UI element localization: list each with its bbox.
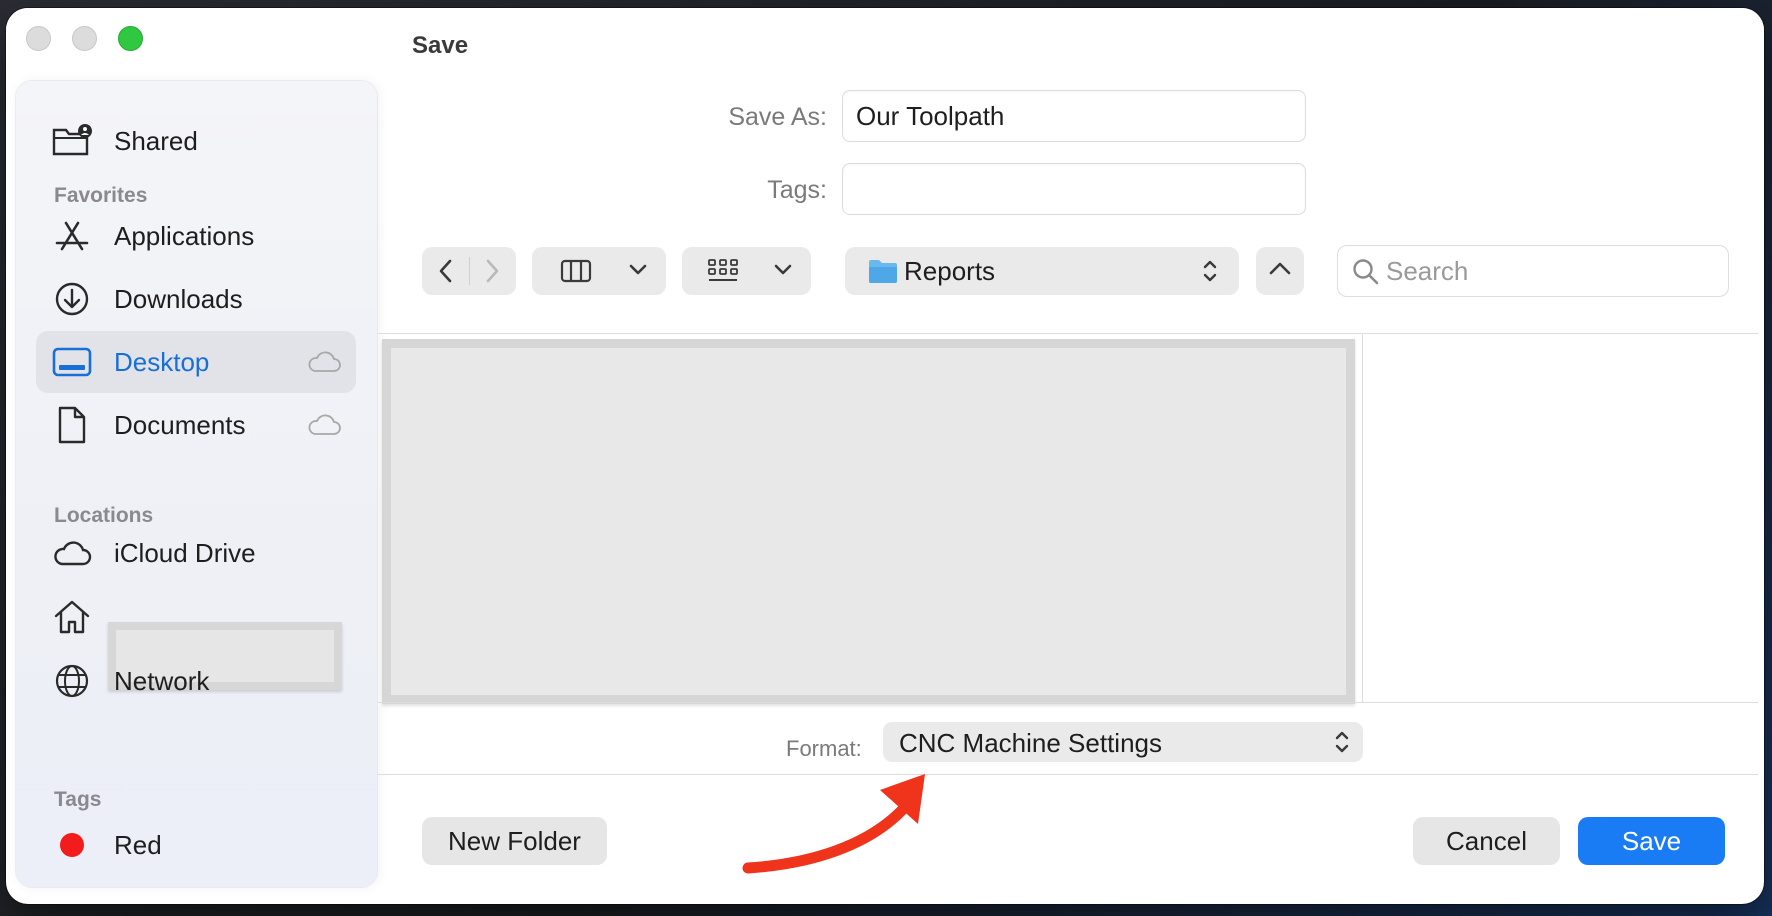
save-as-field[interactable] xyxy=(842,90,1306,142)
sidebar-item-network[interactable]: Network xyxy=(36,650,356,712)
annotation-arrow-icon xyxy=(742,774,925,874)
sidebar-item-label: Downloads xyxy=(114,283,243,314)
column-divider xyxy=(1362,334,1363,702)
column-view-icon xyxy=(560,259,592,288)
zoom-window-button[interactable] xyxy=(118,26,143,51)
search-input[interactable] xyxy=(1386,246,1716,296)
close-window-button[interactable] xyxy=(26,26,51,51)
footer-divider xyxy=(378,774,1758,775)
group-by-button[interactable] xyxy=(682,247,811,295)
sidebar-item-applications[interactable]: Applications xyxy=(36,205,356,267)
file-browser-column[interactable] xyxy=(382,339,1355,704)
home-icon xyxy=(52,597,92,637)
sidebar-item-label: Applications xyxy=(114,220,255,251)
back-forward-control xyxy=(422,247,516,295)
chevron-down-icon xyxy=(628,262,648,283)
search-field[interactable] xyxy=(1337,245,1729,297)
icloud-status-icon xyxy=(306,350,342,374)
up-down-chevron-icon xyxy=(1201,257,1219,290)
chevron-up-icon xyxy=(1267,260,1293,283)
format-popup[interactable]: CNC Machine Settings xyxy=(883,722,1363,762)
format-label: Format: xyxy=(786,736,862,761)
sidebar-item-label: Network xyxy=(114,665,210,696)
sidebar-item-downloads[interactable]: Downloads xyxy=(36,268,356,330)
search-icon xyxy=(1352,258,1380,291)
sidebar-item-tag-red[interactable]: Red xyxy=(36,814,356,876)
icloud-status-icon xyxy=(306,413,342,437)
downloads-icon xyxy=(52,279,92,319)
desktop-icon xyxy=(52,342,92,382)
cancel-button[interactable]: Cancel xyxy=(1413,817,1560,865)
forward-arrow-icon[interactable] xyxy=(482,257,502,290)
sidebar-item-label: iCloud Drive xyxy=(114,537,256,568)
tags-label: Tags: xyxy=(767,176,827,204)
sidebar-item-label: Red xyxy=(114,829,162,860)
document-icon xyxy=(52,405,92,445)
sidebar-item-documents[interactable]: Documents xyxy=(36,394,356,456)
icloud-icon xyxy=(52,533,92,573)
sidebar-item-label: Desktop xyxy=(114,346,210,377)
grid-icon xyxy=(707,258,739,289)
location-popup[interactable]: Reports xyxy=(845,247,1239,295)
format-value: CNC Machine Settings xyxy=(899,728,1162,758)
sidebar-item-shared[interactable]: Shared xyxy=(36,110,356,172)
minimize-window-button[interactable] xyxy=(72,26,97,51)
sidebar-item-label: Documents xyxy=(114,409,246,440)
folder-icon xyxy=(867,257,899,290)
applications-icon xyxy=(52,216,92,256)
browser-divider xyxy=(378,702,1758,703)
up-down-chevron-icon xyxy=(1333,728,1351,761)
back-arrow-icon[interactable] xyxy=(436,257,456,290)
save-button[interactable]: Save xyxy=(1578,817,1725,865)
new-folder-button[interactable]: New Folder xyxy=(422,817,607,865)
network-icon xyxy=(52,661,92,701)
view-mode-button[interactable] xyxy=(532,247,666,295)
sidebar-item-icloud-drive[interactable]: iCloud Drive xyxy=(36,522,356,584)
titlebar: Save xyxy=(6,8,1764,78)
collapse-browser-button[interactable] xyxy=(1256,247,1304,295)
browser-divider xyxy=(378,333,1758,334)
shared-folder-icon xyxy=(52,121,92,161)
window-title: Save xyxy=(412,32,469,59)
location-label: Reports xyxy=(904,256,996,286)
sidebar-item-desktop[interactable]: Desktop xyxy=(36,331,356,393)
tags-heading: Tags xyxy=(54,788,102,811)
sidebar-item-label: Shared xyxy=(114,125,198,156)
save-as-label: Save As: xyxy=(728,103,827,131)
chevron-down-icon xyxy=(773,262,793,283)
tags-field[interactable] xyxy=(842,163,1306,215)
sidebar: Shared Favorites Applications Downloads … xyxy=(16,81,377,887)
red-tag-dot-icon xyxy=(52,825,92,865)
